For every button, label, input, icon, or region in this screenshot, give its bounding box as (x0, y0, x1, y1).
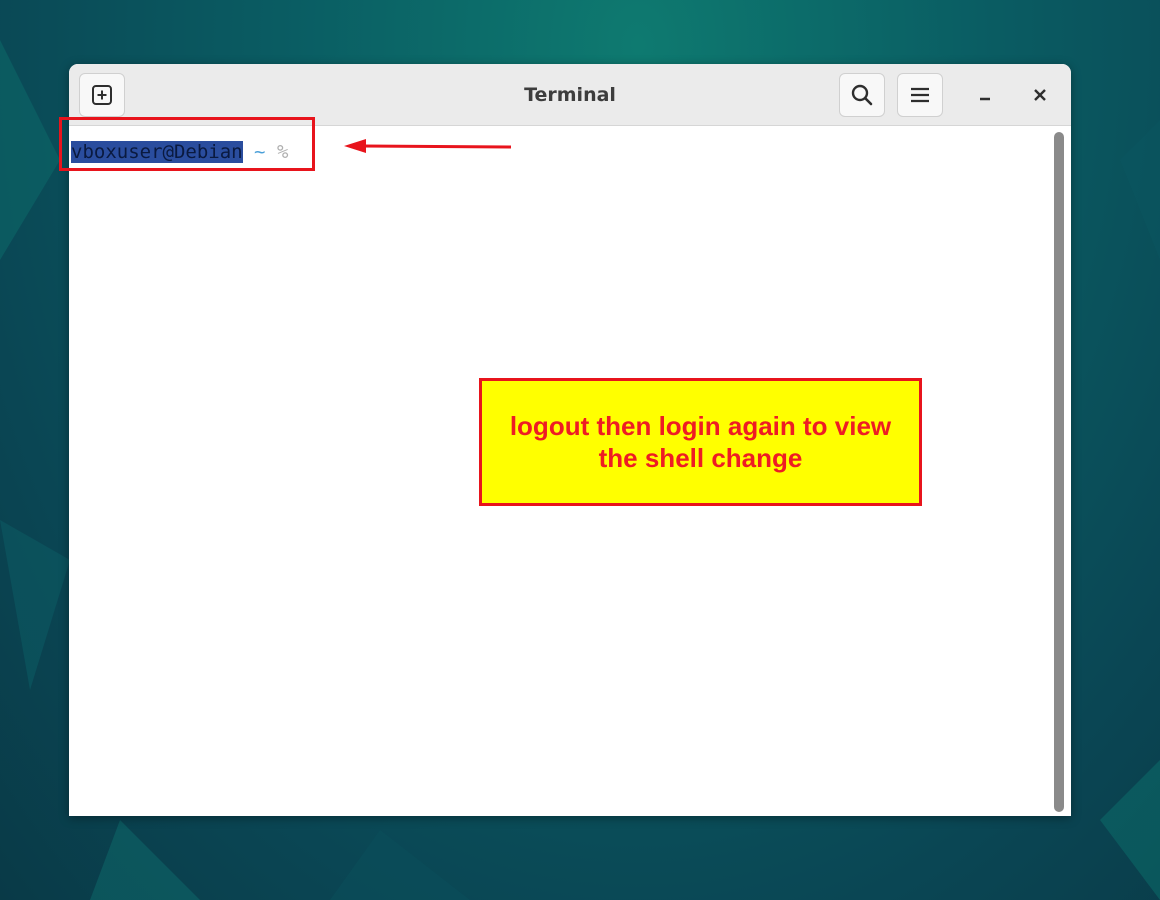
prompt-highlight-box (59, 117, 315, 171)
annotation-arrow-icon (344, 139, 512, 153)
search-icon (851, 84, 873, 106)
annotation-note: logout then login again to view the shel… (479, 378, 922, 506)
new-tab-button[interactable] (79, 73, 125, 117)
annotation-note-text: logout then login again to view the shel… (509, 411, 892, 473)
menu-button[interactable] (897, 73, 943, 117)
close-button[interactable] (1023, 78, 1057, 112)
search-button[interactable] (839, 73, 885, 117)
hamburger-menu-icon (911, 87, 929, 103)
vertical-scrollbar[interactable] (1054, 132, 1064, 812)
close-icon (1034, 89, 1046, 101)
minimize-icon (980, 97, 990, 101)
plus-square-icon (92, 85, 112, 105)
minimize-button[interactable] (968, 78, 1002, 112)
